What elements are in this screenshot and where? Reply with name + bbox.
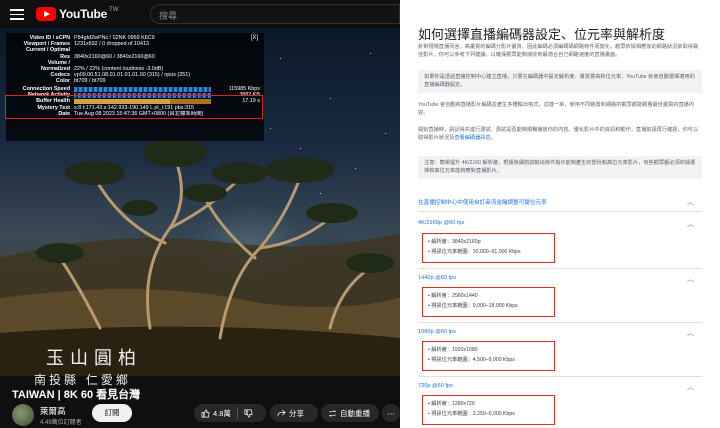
chevron-up-icon[interactable]: ︿ [687,197,694,207]
bitrate-item: 視訊位元率範圍：9,000–18,000 Kbps [428,301,554,311]
stats-key: Color [55,78,70,85]
logo-region: TW [109,7,119,13]
custom-stream-key-link[interactable]: 在直播控制中心中使用自訂串流金鑰調整可變位元率 ︿ [418,198,702,206]
connection-speed-sparkline [74,86,211,92]
encoder-messages-link[interactable]: 查看編碼器訊息 [454,135,490,141]
section-header-1080p[interactable]: 1080p @60 fps ︿ [418,328,702,338]
resolution-item: 解析度：1920x1080 [428,345,554,355]
article-intro: 針對現場直播而言，高畫質的編碼分影片畫質、因此編碼必須編碼碼網路條件而變化、觀眾… [418,44,699,58]
youtube-play-icon [36,7,56,21]
thumbs-up-icon[interactable] [201,409,210,418]
help-article: 如何選擇直播編碼器設定、位元率與解析度 針對現場直播而言，高畫質的編碼分影片畫質… [402,0,720,428]
resolution-item: 解析度：2560x1440 [428,291,554,301]
share-label: 分享 [289,408,304,418]
caption-main: 玉山圓柏 [46,348,142,369]
section-divider [418,211,702,212]
chevron-up-icon[interactable]: ︿ [687,219,694,229]
section-title[interactable]: 1440p @60 fps [418,275,456,281]
section-title[interactable]: 720p @60 fps [418,383,453,389]
spec-box-1080p: 解析度：1920x1080 視訊位元率範圍：4,500–9,000 Kbps [422,341,555,371]
section-divider [418,268,702,269]
stats-value: bt709 / bt709 [74,78,106,85]
like-divider [236,407,238,419]
more-icon: ⋯ [387,408,395,418]
section-header-4k[interactable]: 4K/2160p @60 fps ︿ [418,219,702,229]
settings-link-text[interactable]: 在直播控制中心中使用自訂串流金鑰調整可變位元率 [418,200,547,206]
like-count[interactable]: 4.8萬 [213,408,231,419]
paragraph-text: 。 [490,134,496,141]
article-title: 如何選擇直播編碼器設定、位元率與解析度 [418,27,666,42]
youtube-masthead: YouTube TW 搜尋 [0,0,400,28]
share-button[interactable]: 分享 [270,404,318,422]
article-paragraph: YouTube 會自動將直播影片編碼並產生多種輸出格式，這樣一來，使用不同裝置和… [418,102,695,116]
more-actions-button[interactable]: ⋯ [382,404,400,422]
channel-avatar[interactable] [12,404,34,426]
spec-box-4k: 解析度：3840x2160p 視訊位元率範圍：20,000–51,000 Kbp… [422,233,555,263]
chevron-up-icon[interactable]: ︿ [687,274,694,284]
autoplay-repeat-button[interactable]: 自動重播 [321,404,379,422]
video-title: TAIWAN | 8K 60 看見台灣 [12,389,141,401]
article-note-box: 如果你是透過直播控制中心建立直播，只要在編碼器中設定解析度、畫質要高和位元率，Y… [418,70,702,94]
menu-icon[interactable] [10,9,24,20]
chevron-up-icon[interactable]: ︿ [687,382,694,392]
bitrate-item: 視訊位元率範圍：4,500–9,000 Kbps [428,355,554,365]
thumbs-down-icon[interactable] [244,409,253,418]
channel-name[interactable]: 萊爾高 [40,405,66,417]
resolution-item: 解析度：1280x720 [428,399,554,409]
chevron-up-icon[interactable]: ︿ [687,328,694,338]
share-icon [277,409,286,416]
article-warning-box: 注意：簡單提升 4K/2160 解析度，根據後續前該輸出條件指示能夠產生的部份較… [418,156,702,180]
bitrate-item: 視訊位元率範圍：20,000–51,000 Kbps [428,247,554,257]
section-divider [418,322,702,323]
logo-text: YouTube [59,7,108,21]
stats-for-nerds-panel: [X] Video ID / sCPN P84gId2wPNc / 02NK 09… [6,33,264,141]
stats-close-button[interactable]: [X] [251,35,258,41]
section-title[interactable]: 4K/2160p @60 fps [418,220,464,226]
subscriber-count: 4.49萬位訂閱者 [40,420,82,426]
subscribe-button[interactable]: 訂閱 [92,404,132,422]
youtube-watch-page: YouTube TW 搜尋 玉山圓柏 南投縣 仁愛鄉 [X] Video ID … [0,0,400,428]
spec-box-1440p: 解析度：2560x1440 視訊位元率範圍：9,000–18,000 Kbps [422,287,555,317]
screenshot-composite: YouTube TW 搜尋 玉山圓柏 南投縣 仁愛鄉 [X] Video ID … [0,0,720,428]
repeat-icon [328,409,337,417]
section-header-720p[interactable]: 720p @60 fps ︿ [418,382,702,392]
spec-box-720p: 解析度：1280x720 視訊位元率範圍：2,250–6,000 Kbps [422,395,555,425]
stats-row: Color bt709 / bt709 [10,78,260,84]
like-dislike-pill: 4.8萬 [194,404,266,422]
repeat-label: 自動重播 [340,408,370,418]
stats-highlight-box [5,95,263,119]
resolution-item: 解析度：3840x2160p [428,237,554,247]
section-header-1440p[interactable]: 1440p @60 fps ︿ [418,274,702,284]
article-paragraph: 開始直播時，請記得先進行測試，測試是否能夠順暢播放你的內容。優化影片中的資訊和動… [418,127,702,142]
bitrate-item: 視訊位元率範圍：2,250–6,000 Kbps [428,409,554,419]
youtube-logo[interactable]: YouTube TW [36,7,118,21]
search-input[interactable]: 搜尋 [150,4,400,24]
section-title[interactable]: 1080p @60 fps [418,329,456,335]
section-divider [418,376,702,377]
